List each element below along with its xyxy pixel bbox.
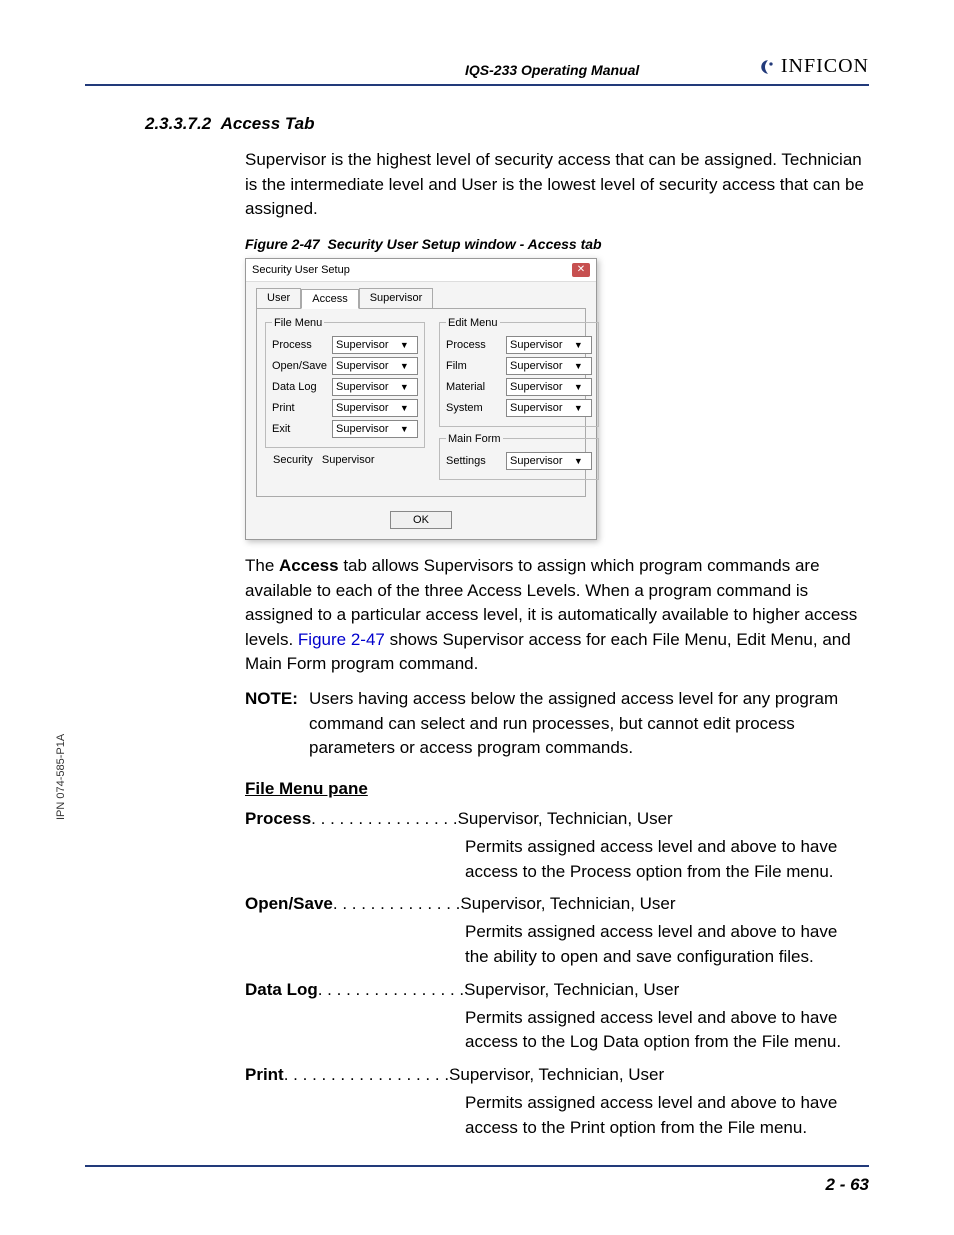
file-exit-combo[interactable]: Supervisor▼ xyxy=(332,420,418,438)
mainform-settings-label: Settings xyxy=(446,455,502,467)
paragraph-access-tab: The Access tab allows Supervisors to ass… xyxy=(245,554,864,677)
file-opensave-label: Open/Save xyxy=(272,360,328,372)
brand-logo: INFICON xyxy=(759,55,869,78)
note-block: NOTE: Users having access below the assi… xyxy=(245,687,869,761)
security-user-setup-window: Security User Setup ✕ User Access Superv… xyxy=(245,258,597,540)
ipn-sidebar: IPN 074-585-P1A xyxy=(55,734,67,820)
section-heading: 2.3.3.7.2 Access Tab xyxy=(145,114,869,134)
brand-text: INFICON xyxy=(781,55,869,78)
figure-caption: Figure 2-47 Security User Setup window -… xyxy=(245,236,869,252)
chevron-down-icon: ▼ xyxy=(392,361,417,371)
intro-paragraph: Supervisor is the highest level of secur… xyxy=(245,148,864,222)
edit-menu-legend: Edit Menu xyxy=(446,317,500,329)
edit-system-combo[interactable]: Supervisor▼ xyxy=(506,399,592,417)
file-process-label: Process xyxy=(272,339,328,351)
main-form-legend: Main Form xyxy=(446,433,503,445)
def-opensave: Open/Save. . . . . . . . . . . . . . Sup… xyxy=(245,894,869,914)
edit-material-label: Material xyxy=(446,381,502,393)
file-print-label: Print xyxy=(272,402,328,414)
chevron-down-icon: ▼ xyxy=(392,424,417,434)
file-menu-legend: File Menu xyxy=(272,317,324,329)
window-title: Security User Setup xyxy=(252,264,350,276)
chevron-down-icon: ▼ xyxy=(392,403,417,413)
def-print: Print . . . . . . . . . . . . . . . . . … xyxy=(245,1065,869,1085)
tab-user[interactable]: User xyxy=(256,288,301,308)
def-process-desc: Permits assigned access level and above … xyxy=(465,835,864,884)
chevron-down-icon: ▼ xyxy=(566,340,591,350)
chevron-down-icon: ▼ xyxy=(566,403,591,413)
edit-system-label: System xyxy=(446,402,502,414)
edit-menu-group: Edit Menu Process Supervisor▼ Film Super… xyxy=(439,317,599,427)
ok-button[interactable]: OK xyxy=(390,511,452,529)
edit-film-label: Film xyxy=(446,360,502,372)
close-icon[interactable]: ✕ xyxy=(572,263,590,277)
inficon-swirl-icon xyxy=(759,58,777,76)
running-head: IQS-233 Operating Manual xyxy=(465,62,639,78)
main-form-group: Main Form Settings Supervisor▼ xyxy=(439,433,599,480)
edit-process-label: Process xyxy=(446,339,502,351)
page-number: 2 - 63 xyxy=(826,1175,869,1194)
file-menu-pane-heading: File Menu pane xyxy=(245,779,869,799)
tab-access[interactable]: Access xyxy=(301,289,358,309)
tab-row: User Access Supervisor xyxy=(256,288,586,308)
def-datalog-desc: Permits assigned access level and above … xyxy=(465,1006,864,1055)
page-header: IQS-233 Operating Manual INFICON xyxy=(85,55,869,86)
edit-film-combo[interactable]: Supervisor▼ xyxy=(506,357,592,375)
mainform-settings-combo[interactable]: Supervisor▼ xyxy=(506,452,592,470)
note-label: NOTE: xyxy=(245,687,309,761)
file-exit-label: Exit xyxy=(272,423,328,435)
chevron-down-icon: ▼ xyxy=(392,340,417,350)
file-process-combo[interactable]: Supervisor▼ xyxy=(332,336,418,354)
figure-ref-link[interactable]: Figure 2-47 xyxy=(298,630,385,649)
file-datalog-label: Data Log xyxy=(272,381,328,393)
file-print-combo[interactable]: Supervisor▼ xyxy=(332,399,418,417)
tab-supervisor[interactable]: Supervisor xyxy=(359,288,434,308)
edit-process-combo[interactable]: Supervisor▼ xyxy=(506,336,592,354)
def-datalog: Data Log . . . . . . . . . . . . . . . .… xyxy=(245,980,869,1000)
file-menu-group: File Menu Process Supervisor▼ Open/Save … xyxy=(265,317,425,448)
file-opensave-combo[interactable]: Supervisor▼ xyxy=(332,357,418,375)
note-body: Users having access below the assigned a… xyxy=(309,687,869,761)
security-line: Security Supervisor xyxy=(273,454,425,466)
file-datalog-combo[interactable]: Supervisor▼ xyxy=(332,378,418,396)
chevron-down-icon: ▼ xyxy=(392,382,417,392)
page-footer: 2 - 63 xyxy=(85,1165,869,1195)
def-process: Process . . . . . . . . . . . . . . . . … xyxy=(245,809,869,829)
chevron-down-icon: ▼ xyxy=(566,382,591,392)
chevron-down-icon: ▼ xyxy=(566,361,591,371)
def-opensave-desc: Permits assigned access level and above … xyxy=(465,920,864,969)
chevron-down-icon: ▼ xyxy=(566,456,591,466)
edit-material-combo[interactable]: Supervisor▼ xyxy=(506,378,592,396)
def-print-desc: Permits assigned access level and above … xyxy=(465,1091,864,1140)
